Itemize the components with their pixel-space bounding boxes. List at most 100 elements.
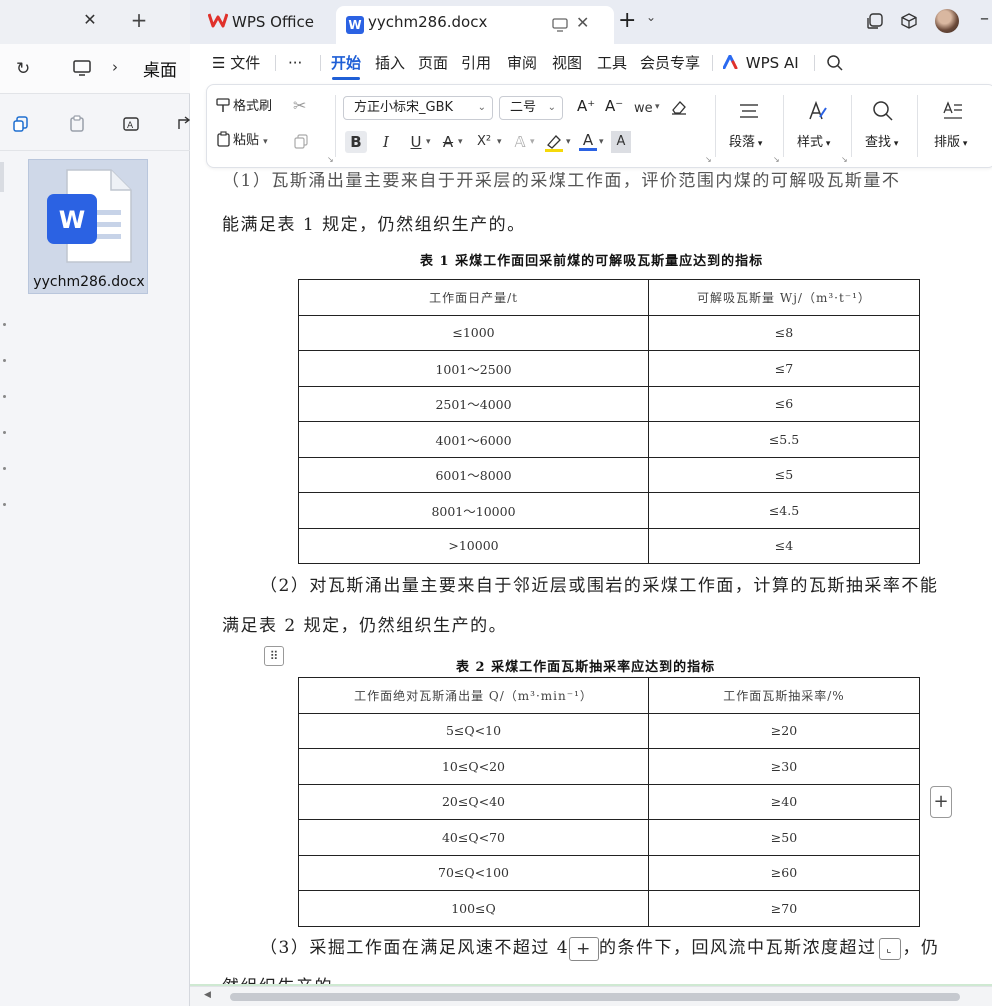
paragraph-icon[interactable] [737, 99, 761, 123]
font-name-select[interactable]: 方正小标宋_GBK ⌄ [343, 96, 493, 120]
menu-more[interactable]: ··· [288, 52, 302, 74]
breadcrumb-desktop[interactable]: 桌面 [143, 56, 177, 81]
add-table-column-button[interactable]: + [930, 786, 952, 818]
chevron-down-icon[interactable]: ▾ [263, 137, 268, 147]
chevron-down-icon[interactable]: ▾ [530, 132, 535, 152]
table1[interactable]: 工作面日产量/t 可解吸瓦斯量 Wj/（m³·t⁻¹） ≤1000 ≤8 1001… [298, 279, 920, 564]
new-tab-icon[interactable]: + [618, 6, 636, 36]
tab-document[interactable]: Wyychm286.docx ✕ [336, 6, 614, 44]
phonetic-guide-icon[interactable]: wen [633, 98, 653, 116]
table-cell[interactable]: ≥60 [648, 855, 920, 891]
file-item-selected[interactable]: W yychm286.docx [28, 159, 148, 294]
superscript-button[interactable]: X² [473, 131, 495, 153]
cube-icon[interactable] [900, 12, 918, 30]
table-cell[interactable]: ≥40 [648, 784, 920, 820]
chevron-down-icon[interactable]: ▾ [426, 132, 431, 152]
document-canvas[interactable]: （1）瓦斯涌出量主要来自于开采层的采煤工作面，评价范围内煤的可解吸瓦斯量不 能满… [190, 172, 992, 984]
inline-insert-button[interactable]: + [569, 936, 600, 961]
table-cell[interactable]: 40≤Q<70 [298, 819, 649, 856]
dialog-launcher-icon[interactable]: ↘ [773, 155, 780, 164]
chevron-down-icon[interactable]: ▾ [458, 132, 463, 152]
styles-button[interactable]: 样式 ▾ [797, 131, 830, 150]
font-size-select[interactable]: 二号 ⌄ [499, 96, 563, 120]
table-cell[interactable]: 10≤Q<20 [298, 748, 649, 785]
restore-window-icon[interactable] [866, 12, 884, 30]
character-shading-button[interactable]: A [611, 131, 631, 153]
text-effect-button[interactable]: 𝔸 [511, 131, 529, 153]
minimize-icon[interactable]: – [980, 8, 989, 29]
chevron-down-icon[interactable]: ⌄ [646, 10, 656, 24]
table-cell[interactable]: ≤4.5 [648, 492, 920, 529]
table-cell[interactable]: 20≤Q<40 [298, 784, 649, 820]
menu-member[interactable]: 会员专享 [640, 52, 700, 74]
table-cell[interactable]: ≤5.5 [648, 421, 920, 458]
table-cell[interactable]: >10000 [298, 528, 649, 564]
horizontal-scrollbar[interactable]: ◀ [190, 986, 992, 1006]
refresh-icon[interactable]: ↻ [16, 59, 30, 79]
font-color-button[interactable]: A [579, 131, 597, 151]
table-cell[interactable]: 100≤Q [298, 890, 649, 927]
highlight-icon[interactable] [543, 133, 565, 153]
chevron-down-icon[interactable]: ▾ [599, 132, 604, 152]
table-cell[interactable]: ≤8 [648, 315, 920, 351]
scroll-left-icon[interactable]: ◀ [204, 990, 211, 1000]
grow-font-button[interactable]: A⁺ [577, 96, 595, 116]
layout-button[interactable]: 排版 ▾ [934, 131, 967, 150]
table-move-handle[interactable]: ⠿ [264, 646, 284, 666]
copy-icon[interactable] [12, 115, 30, 133]
menu-references[interactable]: 引用 [461, 52, 491, 74]
menu-review[interactable]: 审阅 [507, 52, 537, 74]
chevron-down-icon[interactable]: ▾ [497, 132, 502, 152]
table-cell[interactable]: 2501～4000 [298, 386, 649, 422]
table-header-cell[interactable]: 工作面绝对瓦斯涌出量 Q/（m³·min⁻¹） [298, 677, 649, 714]
paste-icon[interactable] [68, 115, 86, 133]
table-cell[interactable]: ≤7 [648, 350, 920, 387]
bold-button[interactable]: B [345, 131, 367, 153]
chevron-down-icon[interactable]: ▾ [566, 132, 571, 152]
menu-home[interactable]: 开始 [331, 52, 361, 80]
menu-tools[interactable]: 工具 [597, 52, 627, 74]
table-cell[interactable]: ≤5 [648, 457, 920, 493]
dialog-launcher-icon[interactable]: ↘ [705, 155, 712, 164]
chevron-down-icon[interactable]: ▾ [655, 97, 660, 117]
clear-format-icon[interactable] [669, 98, 689, 116]
table-cell[interactable]: ≥30 [648, 748, 920, 785]
user-avatar[interactable] [935, 9, 959, 33]
table-cell[interactable]: ≤1000 [298, 315, 649, 351]
copy-icon[interactable] [293, 133, 311, 151]
computer-icon[interactable] [72, 58, 92, 78]
table-header-cell[interactable]: 可解吸瓦斯量 Wj/（m³·t⁻¹） [648, 279, 920, 316]
italic-button[interactable]: I [377, 131, 395, 153]
menu-insert[interactable]: 插入 [375, 52, 405, 74]
scrollbar-thumb[interactable] [230, 993, 960, 1001]
table-cell[interactable]: ≥20 [648, 713, 920, 749]
menu-file[interactable]: ☰ 文件 [212, 52, 260, 74]
rename-icon[interactable]: A [122, 115, 140, 133]
table-cell[interactable]: ≥70 [648, 890, 920, 927]
menu-wps-ai[interactable]: WPS AI [722, 52, 799, 74]
table-header-cell[interactable]: 工作面瓦斯抽采率/% [648, 677, 920, 714]
table-cell[interactable]: 70≤Q<100 [298, 855, 649, 891]
strikethrough-button[interactable]: A [439, 131, 457, 153]
menu-view[interactable]: 视图 [552, 52, 582, 74]
find-icon[interactable] [871, 99, 895, 123]
table-cell[interactable]: 5≤Q<10 [298, 713, 649, 749]
new-tab-icon[interactable]: + [128, 9, 150, 31]
dialog-launcher-icon[interactable]: ↘ [841, 155, 848, 164]
find-button[interactable]: 查找 ▾ [865, 131, 898, 150]
table-cell[interactable]: ≤4 [648, 528, 920, 564]
close-tab-icon[interactable]: ✕ [576, 7, 589, 39]
monitor-icon[interactable] [552, 18, 568, 32]
dialog-launcher-icon[interactable]: ↘ [327, 155, 334, 164]
underline-button[interactable]: U [407, 131, 425, 153]
table-cell[interactable]: ≥50 [648, 819, 920, 856]
menu-page[interactable]: 页面 [418, 52, 448, 74]
search-icon[interactable] [826, 54, 844, 72]
tab-wps-office[interactable]: WPS Office [200, 6, 328, 38]
layout-icon[interactable] [941, 99, 965, 123]
table2[interactable]: 工作面绝对瓦斯涌出量 Q/（m³·min⁻¹） 工作面瓦斯抽采率/% 5≤Q<1… [298, 677, 920, 927]
table-cell[interactable]: 4001～6000 [298, 421, 649, 458]
inline-corner-button[interactable]: ⌞ [878, 937, 901, 960]
paragraph-button[interactable]: 段落 ▾ [729, 131, 762, 150]
table-cell[interactable]: ≤6 [648, 386, 920, 422]
